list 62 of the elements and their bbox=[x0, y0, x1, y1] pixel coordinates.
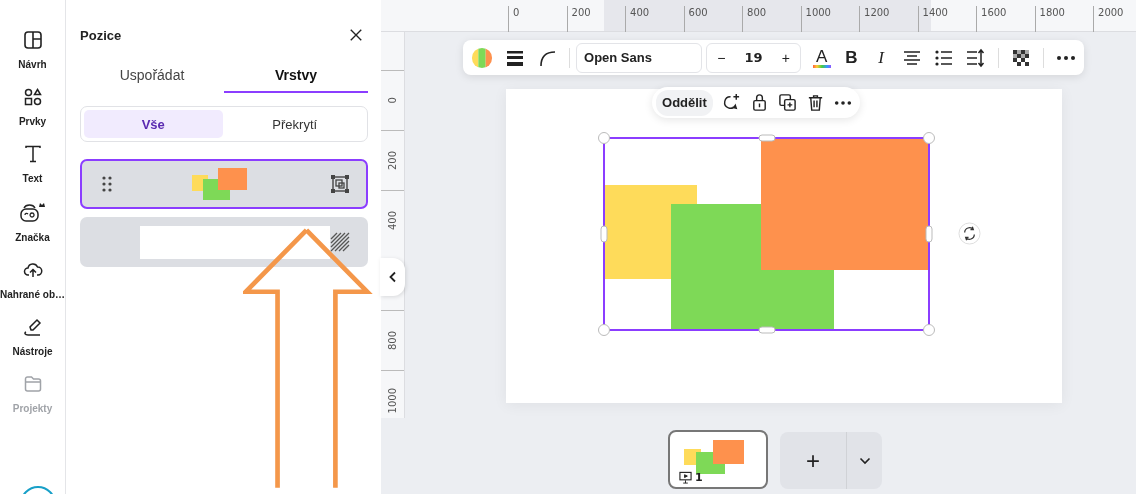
selected-rectangles-drawing[interactable] bbox=[598, 132, 936, 338]
panel-tab[interactable]: Vrstvy bbox=[224, 60, 368, 93]
ruler-mark: 2000 bbox=[1093, 6, 1136, 32]
ruler-mark: 200 bbox=[387, 150, 398, 171]
add-page-button[interactable]: + bbox=[780, 432, 846, 489]
hatched-pattern-icon[interactable] bbox=[330, 232, 350, 252]
duplicate-icon[interactable] bbox=[777, 93, 797, 112]
page-number: 1 bbox=[695, 471, 703, 484]
comment-icon[interactable] bbox=[721, 93, 741, 112]
chevron-left-icon bbox=[388, 271, 397, 283]
ruler-mark: 1000 bbox=[387, 387, 398, 414]
ruler-mark: 800 bbox=[742, 6, 801, 32]
cloud-upload-icon[interactable] bbox=[22, 260, 43, 280]
shapes-thumbnail bbox=[192, 168, 248, 200]
sidebar-label[interactable]: Značka bbox=[15, 232, 50, 243]
ruler-mark: 200 bbox=[566, 6, 625, 32]
increase-size-button[interactable]: + bbox=[775, 49, 796, 66]
shapes-thumbnail bbox=[684, 440, 744, 474]
ruler-mark: 1200 bbox=[859, 6, 918, 32]
bold-button[interactable]: B bbox=[842, 47, 861, 68]
layout-icon[interactable] bbox=[22, 30, 43, 50]
sidebar-label[interactable]: Návrh bbox=[18, 59, 47, 70]
panel-title: Pozice bbox=[80, 27, 122, 43]
sidebar-label[interactable]: Text bbox=[22, 173, 43, 184]
filter-option[interactable]: Vše bbox=[84, 110, 223, 138]
ruler-mark: 400 bbox=[387, 210, 398, 231]
group-select-icon[interactable] bbox=[330, 174, 350, 194]
font-size-field[interactable]: 19 bbox=[744, 50, 763, 65]
ruler-mark: 400 bbox=[625, 6, 684, 32]
transparency-icon[interactable] bbox=[1011, 47, 1031, 68]
brand-crown-icon[interactable] bbox=[18, 201, 47, 223]
more-icon[interactable] bbox=[833, 99, 852, 106]
rotate-icon[interactable] bbox=[958, 222, 981, 245]
shapes-icon[interactable] bbox=[22, 87, 43, 107]
ruler-mark: 1800 bbox=[1034, 6, 1093, 32]
filter-option[interactable]: Překrytí bbox=[225, 110, 364, 138]
sidebar-label[interactable]: Nástroje bbox=[12, 346, 53, 357]
ruler-mark: 600 bbox=[683, 6, 742, 32]
chevron-down-icon bbox=[858, 456, 871, 465]
presentation-icon bbox=[679, 471, 692, 484]
pen-icon[interactable] bbox=[22, 317, 43, 337]
italic-button[interactable]: I bbox=[872, 47, 890, 68]
page-thumbnail[interactable]: 1 bbox=[668, 430, 768, 489]
line-spacing-icon[interactable] bbox=[966, 47, 986, 68]
ruler-mark: 0 bbox=[387, 97, 398, 104]
ruler-mark: 1000 bbox=[800, 6, 859, 32]
layer-row[interactable] bbox=[80, 159, 368, 209]
sidebar-label[interactable]: Nahrané ob… bbox=[0, 289, 65, 300]
color-swatch-icon[interactable] bbox=[471, 46, 493, 69]
decrease-size-button[interactable]: − bbox=[711, 49, 732, 66]
ruler-mark: 0 bbox=[508, 6, 567, 32]
close-icon[interactable] bbox=[349, 28, 363, 42]
drag-handle-icon[interactable] bbox=[102, 176, 112, 192]
ungroup-button[interactable]: Oddělit bbox=[656, 89, 713, 116]
sidebar-label[interactable]: Prvky bbox=[18, 116, 47, 127]
font-field[interactable]: Open Sans bbox=[576, 42, 703, 73]
panel-tab[interactable]: Uspořádat bbox=[80, 60, 224, 93]
text-icon[interactable] bbox=[22, 144, 43, 164]
ruler-mark: 1400 bbox=[917, 6, 976, 32]
text-color-button[interactable]: A bbox=[812, 47, 831, 68]
ruler-mark: 800 bbox=[387, 330, 398, 351]
ruler-mark: 1600 bbox=[976, 6, 1035, 32]
